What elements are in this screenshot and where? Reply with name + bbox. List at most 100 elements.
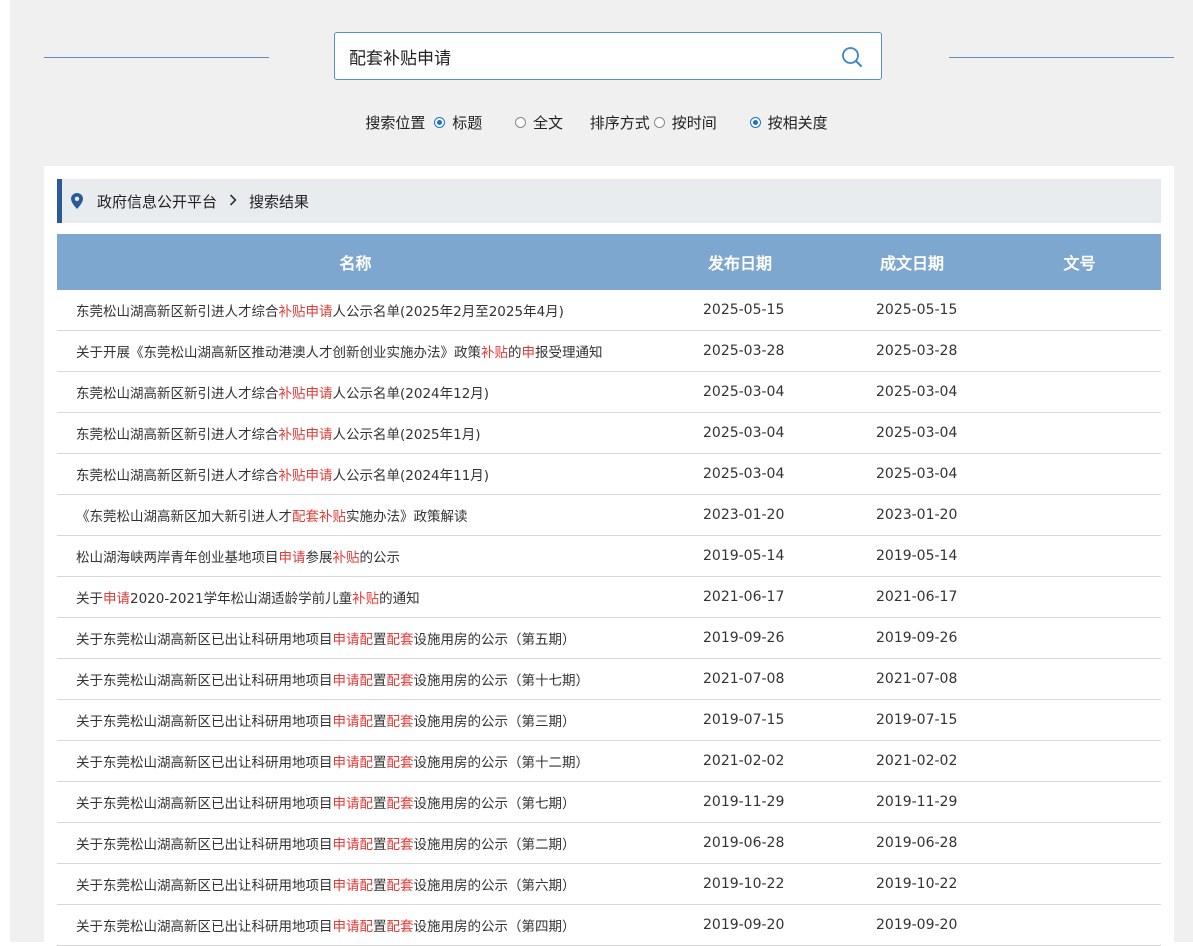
result-title-link[interactable]: 东莞松山湖高新区新引进人才综合补贴申请人公示名单(2025年1月): [57, 423, 654, 443]
table-header: 名称 发布日期 成文日期 文号: [57, 234, 1161, 290]
location-option-title[interactable]: 标题: [430, 112, 482, 133]
written-date: 2019-10-22: [876, 876, 958, 892]
result-title-link[interactable]: 关于开展《东莞松山湖高新区推动港澳人才创新创业实施办法》政策补贴的申报受理通知: [57, 341, 654, 361]
published-date: 2023-01-20: [703, 507, 785, 523]
search-input[interactable]: [349, 33, 819, 79]
published-date: 2019-05-14: [703, 548, 785, 564]
result-title-link[interactable]: 关于东莞松山湖高新区已出让科研用地项目申请配置配套设施用房的公示（第十七期）: [57, 669, 654, 689]
title-text: 置: [373, 919, 387, 935]
table-row: 关于东莞松山湖高新区已出让科研用地项目申请配置配套设施用房的公示（第六期） 201…: [57, 864, 1161, 905]
radio-checked-icon[interactable]: [434, 117, 446, 128]
highlighted-keyword: 申: [521, 345, 536, 361]
result-title-link[interactable]: 东莞松山湖高新区新引进人才综合补贴申请人公示名单(2024年12月): [57, 382, 654, 402]
search-options: 搜索位置 标题 全文 排序方式 按时间 按相关度: [0, 112, 1193, 133]
title-text: 东莞松山湖高新区新引进人才综合: [76, 468, 279, 484]
published-date: 2025-03-04: [703, 384, 785, 400]
table-row: 关于东莞松山湖高新区已出让科研用地项目申请配置配套设施用房的公示（第十七期） 20…: [57, 659, 1161, 700]
result-title-link[interactable]: 《东莞松山湖高新区加大新引进人才配套补贴实施办法》政策解读: [57, 505, 654, 525]
published-date: 2025-03-04: [703, 425, 785, 441]
table-row: 关于东莞松山湖高新区已出让科研用地项目申请配置配套设施用房的公示（第十二期） 20…: [57, 741, 1161, 782]
published-date: 2019-09-20: [703, 917, 785, 933]
highlighted-keyword: 配套: [386, 755, 414, 771]
title-text: 关于东莞松山湖高新区已出让科研用地项目: [76, 878, 333, 894]
title-text: 的公示: [359, 550, 401, 566]
written-date: 2019-07-15: [876, 712, 958, 728]
written-date: 2019-09-26: [876, 630, 958, 646]
title-text: 关于东莞松山湖高新区已出让科研用地项目: [76, 632, 333, 648]
title-text: 关于东莞松山湖高新区已出让科研用地项目: [76, 837, 333, 853]
radio-checked-icon[interactable]: [749, 117, 761, 128]
search-box: [334, 32, 882, 80]
highlighted-keyword: 补贴: [332, 550, 360, 566]
breadcrumb-home[interactable]: 政府信息公开平台: [97, 191, 217, 212]
highlighted-keyword: 配套: [386, 837, 414, 853]
result-title-link[interactable]: 关于申请2020-2021学年松山湖适龄学前儿童补贴的通知: [57, 587, 654, 607]
result-title-link[interactable]: 关于东莞松山湖高新区已出让科研用地项目申请配置配套设施用房的公示（第三期）: [57, 710, 654, 730]
highlighted-keyword: 申请配: [332, 632, 374, 648]
highlighted-keyword: 申请: [278, 550, 306, 566]
highlighted-keyword: 申请配: [332, 673, 374, 689]
written-date: 2021-06-17: [876, 589, 958, 605]
results-panel: 政府信息公开平台 搜索结果 名称 发布日期 成文日期 文号 东莞松山湖高新区新引…: [44, 166, 1174, 946]
result-title-link[interactable]: 关于东莞松山湖高新区已出让科研用地项目申请配置配套设施用房的公示（第十二期）: [57, 751, 654, 771]
written-date: 2025-03-04: [876, 425, 958, 441]
highlighted-keyword: 申请配: [332, 796, 374, 812]
title-text: 设施用房的公示（第四期）: [413, 919, 576, 935]
table-row: 关于东莞松山湖高新区已出让科研用地项目申请配置配套设施用房的公示（第二期） 201…: [57, 823, 1161, 864]
title-text: 设施用房的公示（第十七期）: [413, 673, 590, 689]
title-text: 关于: [76, 591, 103, 607]
published-date: 2025-03-28: [703, 343, 785, 359]
title-text: 设施用房的公示（第五期）: [413, 632, 576, 648]
highlighted-keyword: 申请配: [332, 714, 374, 730]
title-text: 人公示名单(2025年2月至2025年4月): [332, 304, 564, 320]
table-row: 关于东莞松山湖高新区已出让科研用地项目申请配置配套设施用房的公示（第七期） 201…: [57, 782, 1161, 823]
divider-right: [949, 57, 1174, 58]
published-date: 2025-03-04: [703, 466, 785, 482]
sort-option-relevance[interactable]: 按相关度: [746, 112, 828, 133]
header-doc-no: 文号: [1063, 254, 1096, 273]
sort-option-time[interactable]: 按时间: [650, 112, 717, 133]
search-icon[interactable]: [841, 46, 863, 68]
result-title-link[interactable]: 松山湖海峡两岸青年创业基地项目申请参展补贴的公示: [57, 546, 654, 566]
title-text: 置: [373, 632, 387, 648]
title-text: 2020-2021学年松山湖适龄学前儿童: [130, 591, 353, 607]
result-title-link[interactable]: 关于东莞松山湖高新区已出让科研用地项目申请配置配套设施用房的公示（第二期）: [57, 833, 654, 853]
divider-left: [44, 57, 269, 58]
highlighted-keyword: 补贴: [352, 591, 380, 607]
radio-icon[interactable]: [514, 117, 526, 128]
breadcrumb: 政府信息公开平台 搜索结果: [57, 179, 1161, 223]
title-text: 关于东莞松山湖高新区已出让科研用地项目: [76, 919, 333, 935]
result-title-link[interactable]: 关于东莞松山湖高新区已出让科研用地项目申请配置配套设施用房的公示（第四期）: [57, 915, 654, 935]
written-date: 2021-02-02: [876, 753, 958, 769]
highlighted-keyword: 配套: [386, 878, 414, 894]
published-date: 2019-09-26: [703, 630, 785, 646]
highlighted-keyword: 申请配: [332, 755, 374, 771]
written-date: 2019-06-28: [876, 835, 958, 851]
result-title-link[interactable]: 关于东莞松山湖高新区已出让科研用地项目申请配置配套设施用房的公示（第七期）: [57, 792, 654, 812]
highlighted-keyword: 补贴申请: [278, 304, 333, 320]
result-title-link[interactable]: 东莞松山湖高新区新引进人才综合补贴申请人公示名单(2024年11月): [57, 464, 654, 484]
radio-icon[interactable]: [653, 117, 665, 128]
result-title-link[interactable]: 东莞松山湖高新区新引进人才综合补贴申请人公示名单(2025年2月至2025年4月…: [57, 300, 654, 320]
result-title-link[interactable]: 关于东莞松山湖高新区已出让科研用地项目申请配置配套设施用房的公示（第五期）: [57, 628, 654, 648]
written-date: 2023-01-20: [876, 507, 958, 523]
result-title-link[interactable]: 关于东莞松山湖高新区已出让科研用地项目申请配置配套设施用房的公示（第六期）: [57, 874, 654, 894]
published-date: 2021-06-17: [703, 589, 785, 605]
title-text: 东莞松山湖高新区新引进人才综合: [76, 427, 279, 443]
highlighted-keyword: 配套: [386, 714, 414, 730]
title-text: 关于东莞松山湖高新区已出让科研用地项目: [76, 755, 333, 771]
table-body: 东莞松山湖高新区新引进人才综合补贴申请人公示名单(2025年2月至2025年4月…: [57, 290, 1161, 946]
title-text: 的: [508, 345, 522, 361]
highlighted-keyword: 配套: [386, 673, 414, 689]
title-text: 的通知: [379, 591, 420, 607]
title-text: 设施用房的公示（第十二期）: [413, 755, 590, 771]
title-text: 置: [373, 714, 387, 730]
highlighted-keyword: 补贴申请: [278, 427, 333, 443]
published-date: 2021-07-08: [703, 671, 785, 687]
title-text: 关于开展《东莞松山湖高新区推动港澳人才创新创业实施办法》政策: [76, 345, 481, 361]
published-date: 2019-06-28: [703, 835, 785, 851]
breadcrumb-current: 搜索结果: [249, 192, 310, 211]
location-option-fulltext[interactable]: 全文: [511, 112, 563, 133]
title-text: 关于东莞松山湖高新区已出让科研用地项目: [76, 796, 333, 812]
written-date: 2019-11-29: [876, 794, 958, 810]
